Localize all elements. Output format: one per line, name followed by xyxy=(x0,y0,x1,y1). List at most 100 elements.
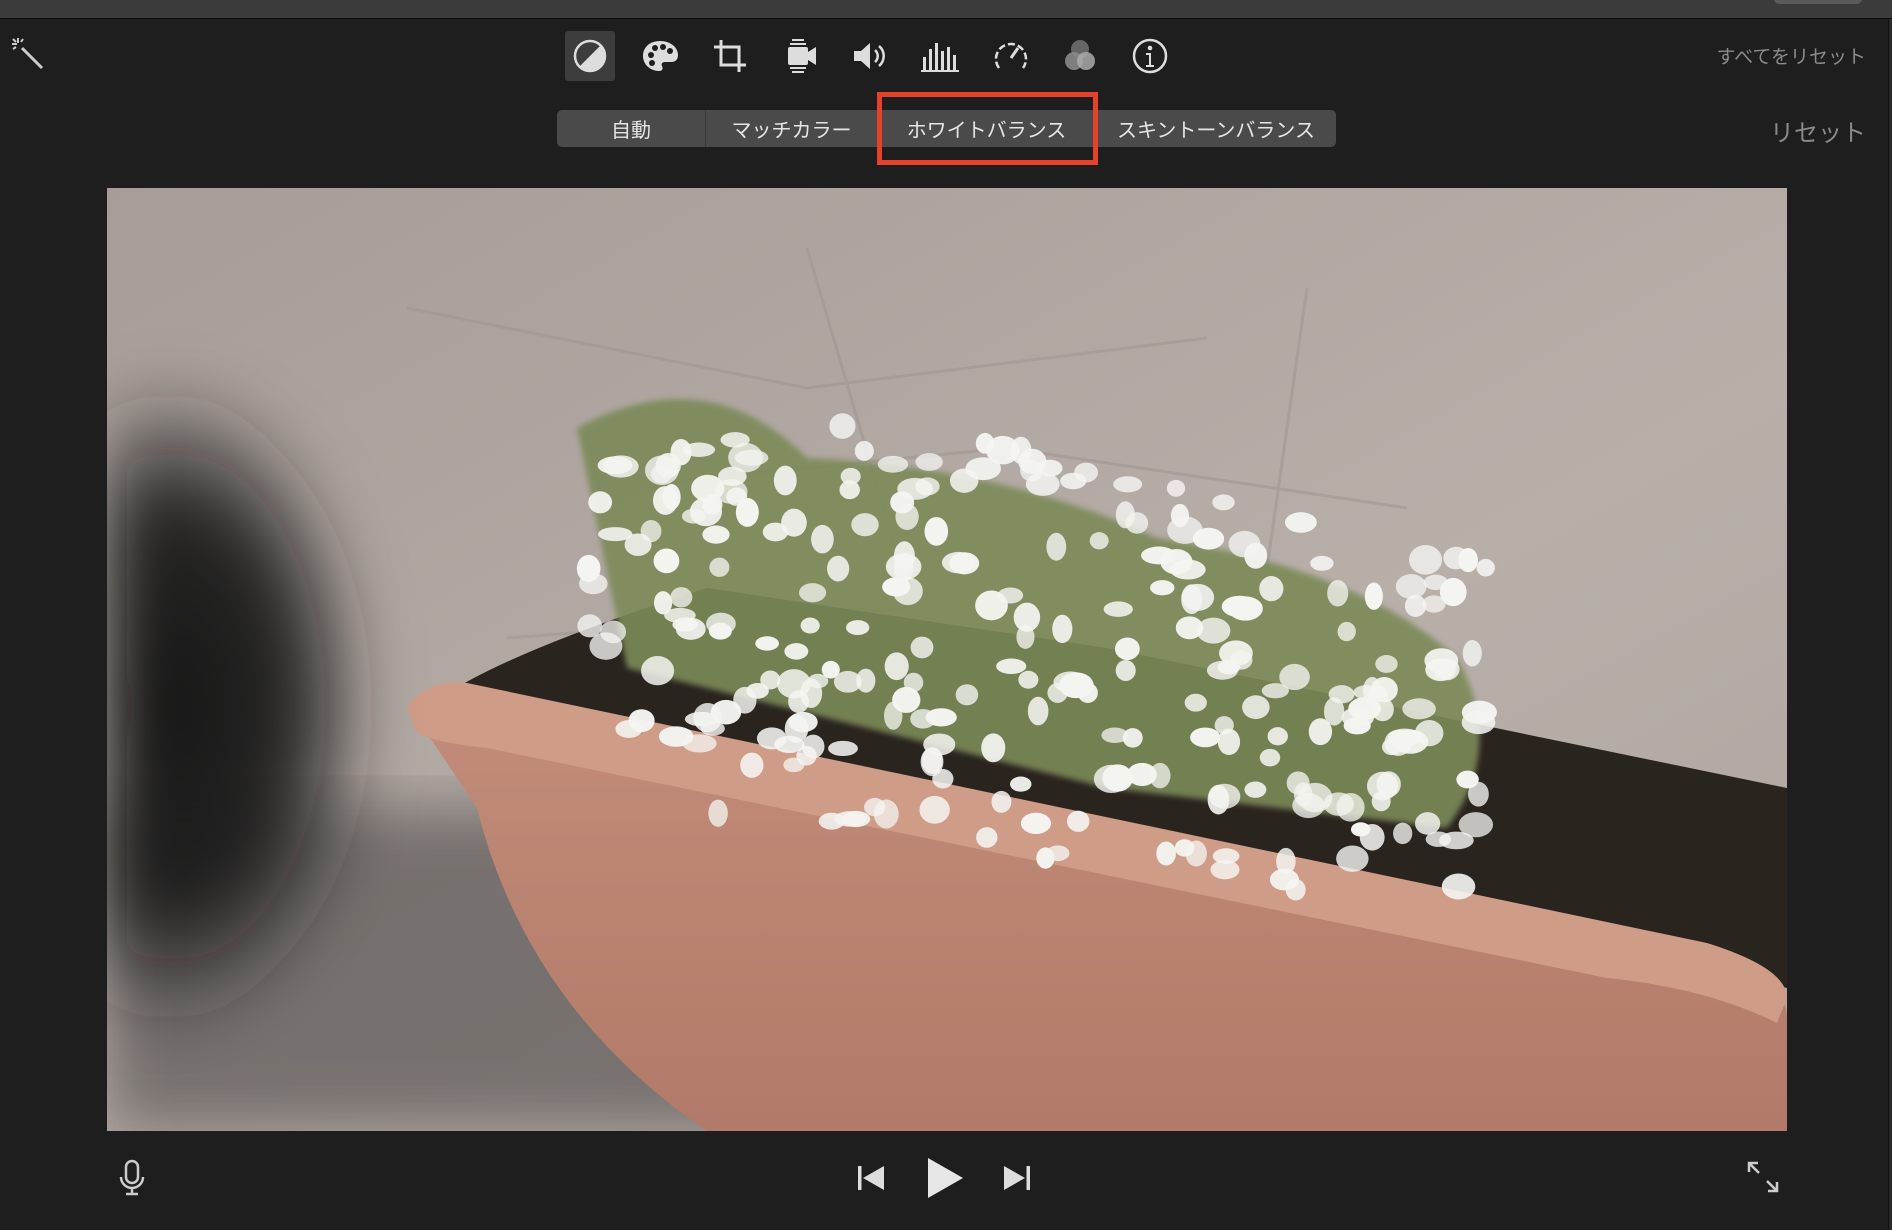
flower-blossom xyxy=(1150,580,1175,596)
flower-blossom xyxy=(1060,472,1087,490)
flower-blossom xyxy=(1443,546,1469,570)
flower-blossom xyxy=(996,658,1027,675)
flower-blossom xyxy=(800,678,823,709)
flower-blossom xyxy=(1409,545,1443,575)
flower-blossom xyxy=(829,413,856,439)
flower-blossom xyxy=(784,643,809,660)
skip-back-icon[interactable] xyxy=(852,1160,890,1196)
title-bar-button[interactable] xyxy=(1774,0,1862,4)
flower-blossom xyxy=(1337,621,1356,642)
flower-blossom xyxy=(1113,476,1143,493)
overlay-circles-icon[interactable] xyxy=(1055,31,1105,81)
flower-blossom xyxy=(1242,695,1270,720)
video-preview[interactable] xyxy=(107,188,1787,1131)
flower-blossom xyxy=(1228,530,1261,558)
volume-speaker-icon[interactable] xyxy=(845,31,895,81)
flower-blossom xyxy=(798,583,827,603)
segment-auto[interactable]: 自動 xyxy=(557,110,706,147)
flower-blossom xyxy=(1336,845,1369,872)
flower-blossom xyxy=(1175,616,1204,640)
flower-blossom xyxy=(1393,822,1413,845)
flower-blossom xyxy=(1327,580,1349,607)
flower-blossom xyxy=(1046,845,1070,862)
flower-blossom xyxy=(1402,698,1436,720)
flower-blossom xyxy=(1267,727,1288,746)
flower-blossom xyxy=(955,684,979,706)
flower-blossom xyxy=(1067,810,1090,832)
flower-blossom xyxy=(1089,532,1109,550)
flower-blossom xyxy=(1212,848,1240,864)
flower-blossom xyxy=(846,620,870,636)
flower-blossom xyxy=(910,636,934,659)
segment-skin-tone-balance[interactable]: スキントーンバランス xyxy=(1096,110,1336,147)
flower-blossom xyxy=(975,432,995,454)
flower-blossom xyxy=(884,701,903,730)
microphone-icon[interactable] xyxy=(114,1158,150,1198)
flower-blossom xyxy=(833,670,862,693)
crop-icon[interactable] xyxy=(705,31,755,81)
flower-blossom xyxy=(949,468,979,493)
flower-blossom xyxy=(981,733,1006,763)
flower-blossom xyxy=(1103,601,1133,617)
flower-blossom xyxy=(915,453,943,471)
stabilization-camera-icon[interactable] xyxy=(776,31,826,81)
flower-blossom xyxy=(839,480,860,500)
magic-wand-icon[interactable] xyxy=(8,34,48,74)
flower-blossom xyxy=(1244,781,1267,798)
flower-blossom xyxy=(1462,639,1482,667)
flower-blossom xyxy=(1323,697,1345,726)
flower-blossom xyxy=(1027,696,1049,726)
flower-blossom xyxy=(1115,501,1135,529)
flower-blossom xyxy=(1439,577,1467,607)
flower-blossom xyxy=(1167,516,1203,544)
color-balance-icon[interactable] xyxy=(565,31,615,81)
flower-blossom xyxy=(827,555,850,582)
flower-blossom xyxy=(1156,841,1176,866)
info-icon[interactable] xyxy=(1125,31,1175,81)
flower-blossom xyxy=(1350,822,1371,837)
flower-blossom xyxy=(924,516,949,546)
flower-blossom xyxy=(1395,574,1427,599)
flower-blossom xyxy=(811,524,834,554)
flower-blossom xyxy=(1018,670,1039,689)
flower-blossom xyxy=(1010,436,1032,464)
skip-forward-icon[interactable] xyxy=(998,1160,1036,1196)
equalizer-icon[interactable] xyxy=(915,31,965,81)
play-icon[interactable] xyxy=(922,1154,968,1202)
reset-button[interactable]: リセット xyxy=(1770,113,1866,148)
flower-blossom xyxy=(773,465,797,496)
flower-blossom xyxy=(1259,748,1281,767)
flower-blossom xyxy=(708,799,728,827)
flower-blossom xyxy=(897,477,934,500)
segment-match-color[interactable]: マッチカラー xyxy=(706,110,878,147)
flower-blossom xyxy=(1353,685,1379,700)
reset-all-button[interactable]: すべてをリセット xyxy=(1716,42,1866,69)
flower-blossom xyxy=(1343,717,1371,735)
color-palette-icon[interactable] xyxy=(635,31,685,81)
flower-blossom xyxy=(949,552,980,575)
flower-blossom xyxy=(1013,602,1041,632)
flower-blossom xyxy=(885,553,922,581)
flower-blossom xyxy=(755,636,779,651)
flower-blossom xyxy=(1020,812,1052,835)
flower-blossom xyxy=(709,557,730,577)
flower-blossom xyxy=(1010,776,1032,792)
flower-blossom xyxy=(1184,693,1207,712)
flower-blossom xyxy=(1122,728,1143,748)
flower-blossom xyxy=(1115,659,1136,682)
flower-blossom xyxy=(1364,582,1383,610)
flower-blossom xyxy=(1114,637,1140,661)
flower-blossom xyxy=(734,449,769,466)
flower-blossom xyxy=(910,709,936,729)
flower-blossom xyxy=(1425,658,1456,682)
flower-blossom xyxy=(1461,700,1497,724)
flower-blossom xyxy=(1207,784,1230,815)
fullscreen-expand-icon[interactable] xyxy=(1744,1158,1782,1196)
flower-blossom xyxy=(873,799,899,829)
flower-blossom xyxy=(788,711,818,733)
flower-blossom xyxy=(882,577,911,597)
speed-gauge-icon[interactable] xyxy=(986,31,1036,81)
flower-blossom xyxy=(851,513,879,537)
flower-blossom xyxy=(1456,770,1479,789)
flower-blossom xyxy=(1190,727,1221,748)
